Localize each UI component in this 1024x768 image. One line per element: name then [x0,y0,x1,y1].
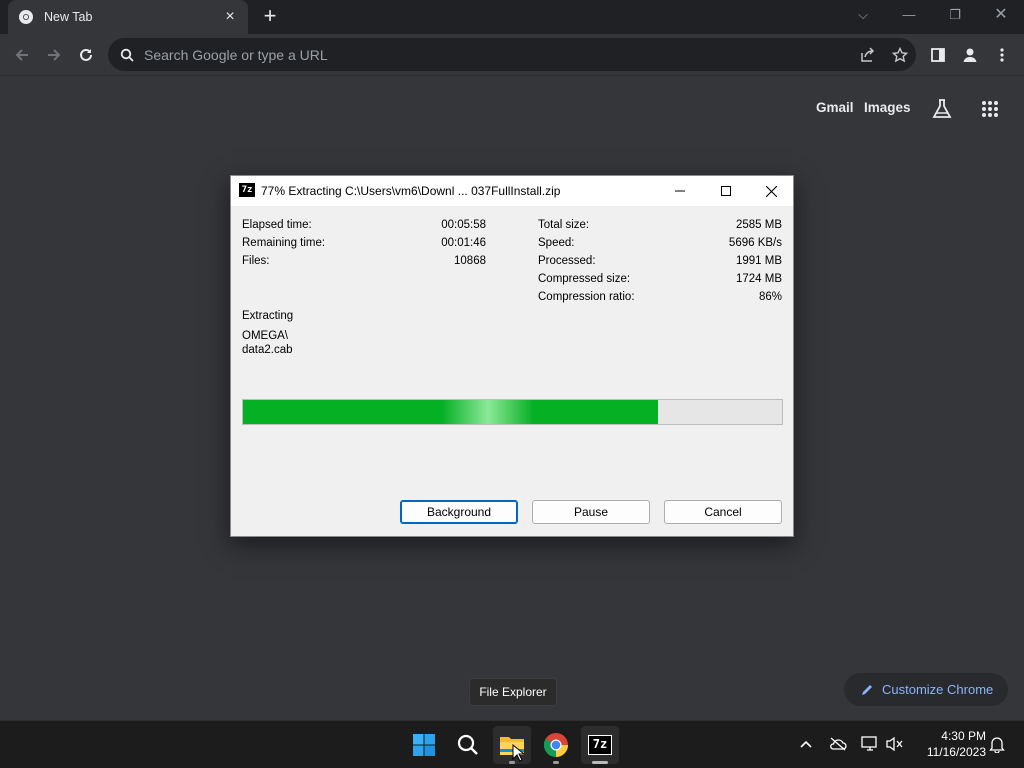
chrome-favicon-icon [19,10,33,24]
clock-time: 4:30 PM [941,729,986,743]
pause-button[interactable]: Pause [532,500,650,524]
google-apps-grid-icon[interactable] [977,96,1003,122]
background-button[interactable]: Background [400,500,518,524]
extraction-dialog: 7z 77% Extracting C:\Users\vm6\Downl ...… [230,175,794,537]
cancel-button[interactable]: Cancel [664,500,782,524]
files-value: 10868 [454,255,486,267]
elapsed-time-value: 00:05:58 [441,219,486,231]
file-explorer-tooltip: File Explorer [469,678,557,706]
back-button[interactable] [10,43,34,67]
tab-close-icon[interactable]: × [222,8,238,26]
dialog-title: 77% Extracting C:\Users\vm6\Downl ... 03… [261,184,561,198]
tab-search-icon[interactable]: ⌵ [848,4,878,26]
elapsed-time-label: Elapsed time: [242,219,312,231]
close-window-button[interactable]: ✕ [986,4,1016,26]
chrome-icon [543,733,568,757]
profile-button[interactable] [958,43,982,67]
7zip-icon: 7z [588,735,612,755]
minimize-icon [675,190,685,192]
processed-label: Processed: [538,255,596,267]
kebab-menu-icon [1000,48,1004,62]
processed-value: 1991 MB [735,255,782,267]
7zip-taskbar-button[interactable]: 7z [581,726,619,764]
files-label: Files: [242,255,270,267]
speed-value: 5696 KB/s [728,237,782,249]
taskbar-search-button[interactable] [449,726,487,764]
dialog-close-button[interactable] [748,176,794,206]
minimize-window-button[interactable]: — [894,4,924,26]
progress-fill [243,400,659,424]
file-explorer-indicator [509,761,515,764]
gmail-link[interactable]: Gmail [816,100,854,115]
remaining-time-value: 00:01:46 [441,237,486,249]
maximize-icon [721,186,731,196]
mouse-cursor-icon [512,744,524,762]
search-icon [457,734,478,755]
profile-avatar-icon [963,48,977,62]
7zip-indicator [592,761,608,764]
chevron-up-icon [800,740,812,748]
omnibox-placeholder[interactable]: Search Google or type a URL [144,47,852,63]
current-folder: OMEGA\ [242,330,289,342]
start-button[interactable] [405,726,443,764]
compressed-size-label: Compressed size: [538,273,631,285]
dialog-titlebar[interactable]: 7z 77% Extracting C:\Users\vm6\Downl ...… [231,176,793,206]
omnibox[interactable]: Search Google or type a URL [108,38,916,71]
compression-ratio-value: 86% [758,291,782,303]
reload-icon [80,48,92,61]
restore-window-button[interactable]: ❐ [940,4,970,26]
onedrive-tray-button[interactable] [827,733,849,755]
extraction-progress-bar [242,399,783,425]
search-icon [120,48,134,62]
status-label: Extracting [242,310,294,322]
7zip-app-icon: 7z [239,183,255,197]
network-tray-button[interactable] [859,733,881,755]
side-panel-button[interactable] [926,43,950,67]
chrome-taskbar-button[interactable] [537,726,575,764]
remaining-time-label: Remaining time: [242,237,326,249]
customize-chrome-button[interactable]: Customize Chrome [844,673,1008,706]
side-panel-icon [931,48,945,62]
tab-title: New Tab [44,10,93,24]
dialog-body: Elapsed time: 00:05:58 Remaining time: 0… [231,206,793,538]
share-icon[interactable] [852,41,884,69]
compressed-size-value: 1724 MB [735,273,782,285]
cloud-offline-icon [830,737,847,751]
windows-taskbar: 7z 4:30 PM 11/16/2023 [0,720,1024,768]
dialog-minimize-button[interactable] [657,176,703,206]
system-clock[interactable]: 4:30 PM 11/16/2023 [912,728,986,760]
windows-start-icon [413,734,435,756]
file-explorer-button[interactable] [493,726,531,764]
forward-arrow-icon [48,49,61,61]
show-hidden-icons-button[interactable] [795,733,817,755]
compression-ratio-label: Compression ratio: [538,291,635,303]
back-arrow-icon [15,49,28,61]
speaker-muted-icon [886,736,903,752]
dialog-maximize-button[interactable] [703,176,749,206]
total-size-value: 2585 MB [735,219,782,231]
new-tab-button[interactable]: + [258,5,282,29]
chrome-indicator [553,761,559,764]
clock-date: 11/16/2023 [926,745,986,759]
browser-toolbar: Search Google or type a URL [0,34,1024,76]
volume-tray-button[interactable] [884,733,906,755]
customize-chrome-label: Customize Chrome [882,682,994,697]
bookmark-star-icon[interactable] [884,41,916,69]
bell-icon [989,737,1005,753]
chrome-menu-button[interactable] [990,43,1014,67]
notifications-button[interactable] [986,733,1008,755]
tab-new-tab[interactable]: New Tab × [8,0,248,34]
pencil-icon [862,684,872,695]
forward-button[interactable] [42,43,66,67]
current-file: data2.cab [242,344,293,356]
labs-flask-icon[interactable] [929,96,955,122]
images-link[interactable]: Images [864,100,911,115]
tab-strip: New Tab × + ⌵ — ❐ ✕ [0,0,1024,34]
speed-label: Speed: [538,237,575,249]
reload-button[interactable] [74,43,98,67]
network-monitor-icon [861,736,877,751]
total-size-label: Total size: [538,219,590,231]
close-icon [765,185,777,197]
